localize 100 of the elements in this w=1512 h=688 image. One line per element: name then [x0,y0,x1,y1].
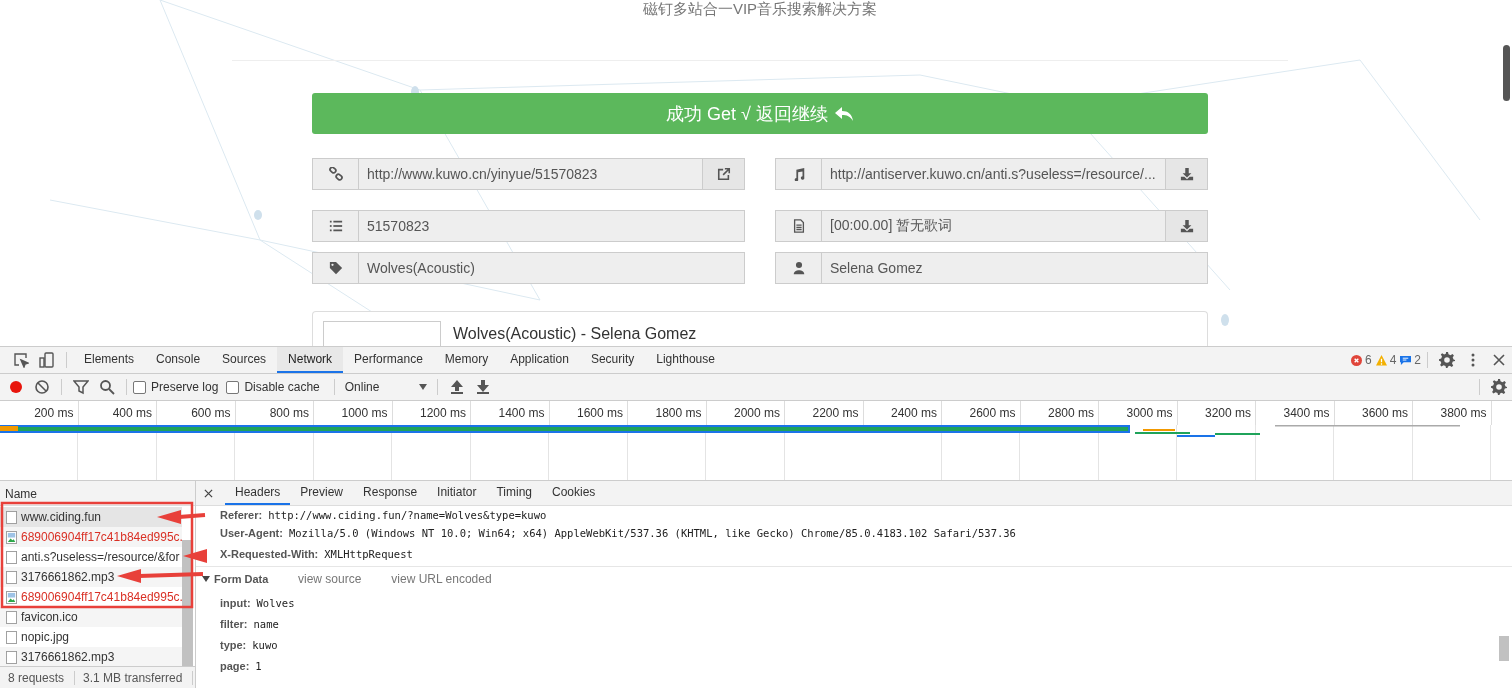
throttling-dropdown[interactable]: Online [340,380,432,394]
page-scrollbar [1503,45,1510,101]
request-row[interactable]: 689006904ff17c41b84ed995c. [0,527,182,547]
settings-icon[interactable] [1439,352,1455,368]
file-icon [6,650,17,664]
message-icon [1400,354,1412,366]
field-value: [00:00.00] 暂无歌词 [829,216,954,235]
header-name: Referer: [220,508,263,521]
param-name: page: [220,659,250,672]
view-link[interactable]: view source [298,572,362,586]
header-name: User-Agent: [220,526,283,539]
devtools-tab[interactable]: Console [145,347,212,373]
request-row[interactable]: www.ciding.fun [0,507,182,527]
request-row[interactable]: 689006904ff17c41b84ed995c. [0,587,182,607]
status-text: 8 requests [0,671,76,685]
request-row[interactable]: nopic.jpg [0,627,182,647]
message-count: 2 [1414,353,1421,367]
detail-tab[interactable]: Cookies [542,481,606,505]
download-button[interactable] [1165,211,1207,241]
link-icon [328,167,343,181]
request-row[interactable]: 3176661862.mp3 [0,567,182,587]
devtools-tab[interactable]: Lighthouse [645,347,726,373]
field-value: http://www.kuwo.cn/yinyue/51570823 [366,165,599,184]
param-name: type: [220,638,247,651]
song-title: Wolves(Acoustic) - Selena Gomez [453,324,697,344]
numbered-list-icon [328,219,343,233]
devtools-tab[interactable]: Network [277,347,344,373]
request-row[interactable]: 3176661862.mp3 [0,647,182,666]
user-icon [791,261,806,275]
arrow-annotation [157,510,206,524]
devtools-tab[interactable]: Application [499,347,580,373]
checkbox[interactable] [133,380,146,394]
header-value: XMLHttpRequest [324,547,413,560]
expand-triangle-icon [202,575,210,583]
status-text: 3.1 MB transferred [75,671,194,685]
filter-icon[interactable] [73,379,89,395]
close-icon[interactable] [1491,352,1507,368]
file-icon [6,570,17,584]
reply-arrow-icon [833,105,854,122]
checkbox[interactable] [226,380,240,394]
devtools-tab[interactable]: Sources [211,347,278,373]
arrow-annotation [183,549,207,563]
param-value: 1 [255,659,262,672]
request-row[interactable]: anti.s?useless=/resource/&for [0,547,182,567]
param-name: filter: [220,617,248,630]
warning-count: 4 [1389,353,1397,367]
checkbox-label: Disable cache [244,380,320,394]
settings-icon[interactable] [1491,379,1507,395]
tag-icon [328,261,343,275]
field-value: 51570823 [366,217,431,236]
record-button[interactable] [8,379,24,395]
field-value: Wolves(Acoustic) [366,259,476,278]
detail-tab[interactable]: Response [353,481,428,505]
page-subtitle: 磁钉多站合一VIP音乐搜索解决方案 [641,1,879,17]
devtools-tab[interactable]: Elements [73,347,146,373]
download-icon [1179,167,1194,181]
download-icon [1179,219,1194,233]
request-row[interactable]: favicon.ico [0,607,182,627]
device-toolbar-icon[interactable] [39,352,55,368]
warning-icon [1375,354,1387,366]
param-name: input: [220,596,251,609]
devtools-tab[interactable]: Performance [343,347,434,373]
detail-tab[interactable]: Initiator [427,481,487,505]
search-icon[interactable] [99,379,115,395]
timeline-tick: 3200 ms [1177,401,1256,425]
clear-icon[interactable] [34,379,50,395]
file-icon [6,510,17,524]
image-file-icon [6,530,17,544]
error-icon [1350,354,1362,366]
download-icon[interactable] [475,379,492,395]
file-icon [6,610,17,624]
caret-icon [419,384,428,390]
error-count: 6 [1364,353,1372,367]
detail-tab[interactable]: Headers [225,481,291,505]
devtools-tab[interactable]: Security [579,347,646,373]
param-value: name [253,617,279,630]
section-toggle[interactable]: Form Data [202,573,298,585]
inspect-element-icon[interactable] [13,352,29,368]
image-file-icon [6,590,17,604]
header-name: X-Requested-With: [220,547,319,560]
param-value: kuwo [252,638,278,651]
view-link[interactable]: view URL encoded [391,572,492,586]
header-value: Mozilla/5.0 (Windows NT 10.0; Win64; x64) AppleWebKit/537.36 (KHTML, like Gecko) Chrome/85.0.4183.102 Safari/537.36 [288,526,1016,539]
header-value: http://www.ciding.fun/?name=Wolves&type=kuwo [268,508,547,521]
detail-tab[interactable]: Preview [290,481,354,505]
upload-icon[interactable] [449,379,466,395]
close-icon[interactable] [204,488,213,498]
detail-tab[interactable]: Timing [486,481,542,505]
document-icon [791,219,806,233]
file-icon [6,630,17,644]
checkbox-label: Preserve log [151,380,219,394]
column-header: Name [0,481,195,506]
external-link-icon [716,167,731,181]
param-value: Wolves [256,596,295,609]
field-value: http://antiserver.kuwo.cn/anti.s?useless=/resource/... [829,165,1157,184]
scrollbar [1499,636,1509,661]
field-value: Selena Gomez [829,259,924,278]
devtools-tab[interactable]: Memory [433,347,500,373]
download-button[interactable] [1165,159,1207,189]
open-link-button[interactable] [702,159,744,189]
